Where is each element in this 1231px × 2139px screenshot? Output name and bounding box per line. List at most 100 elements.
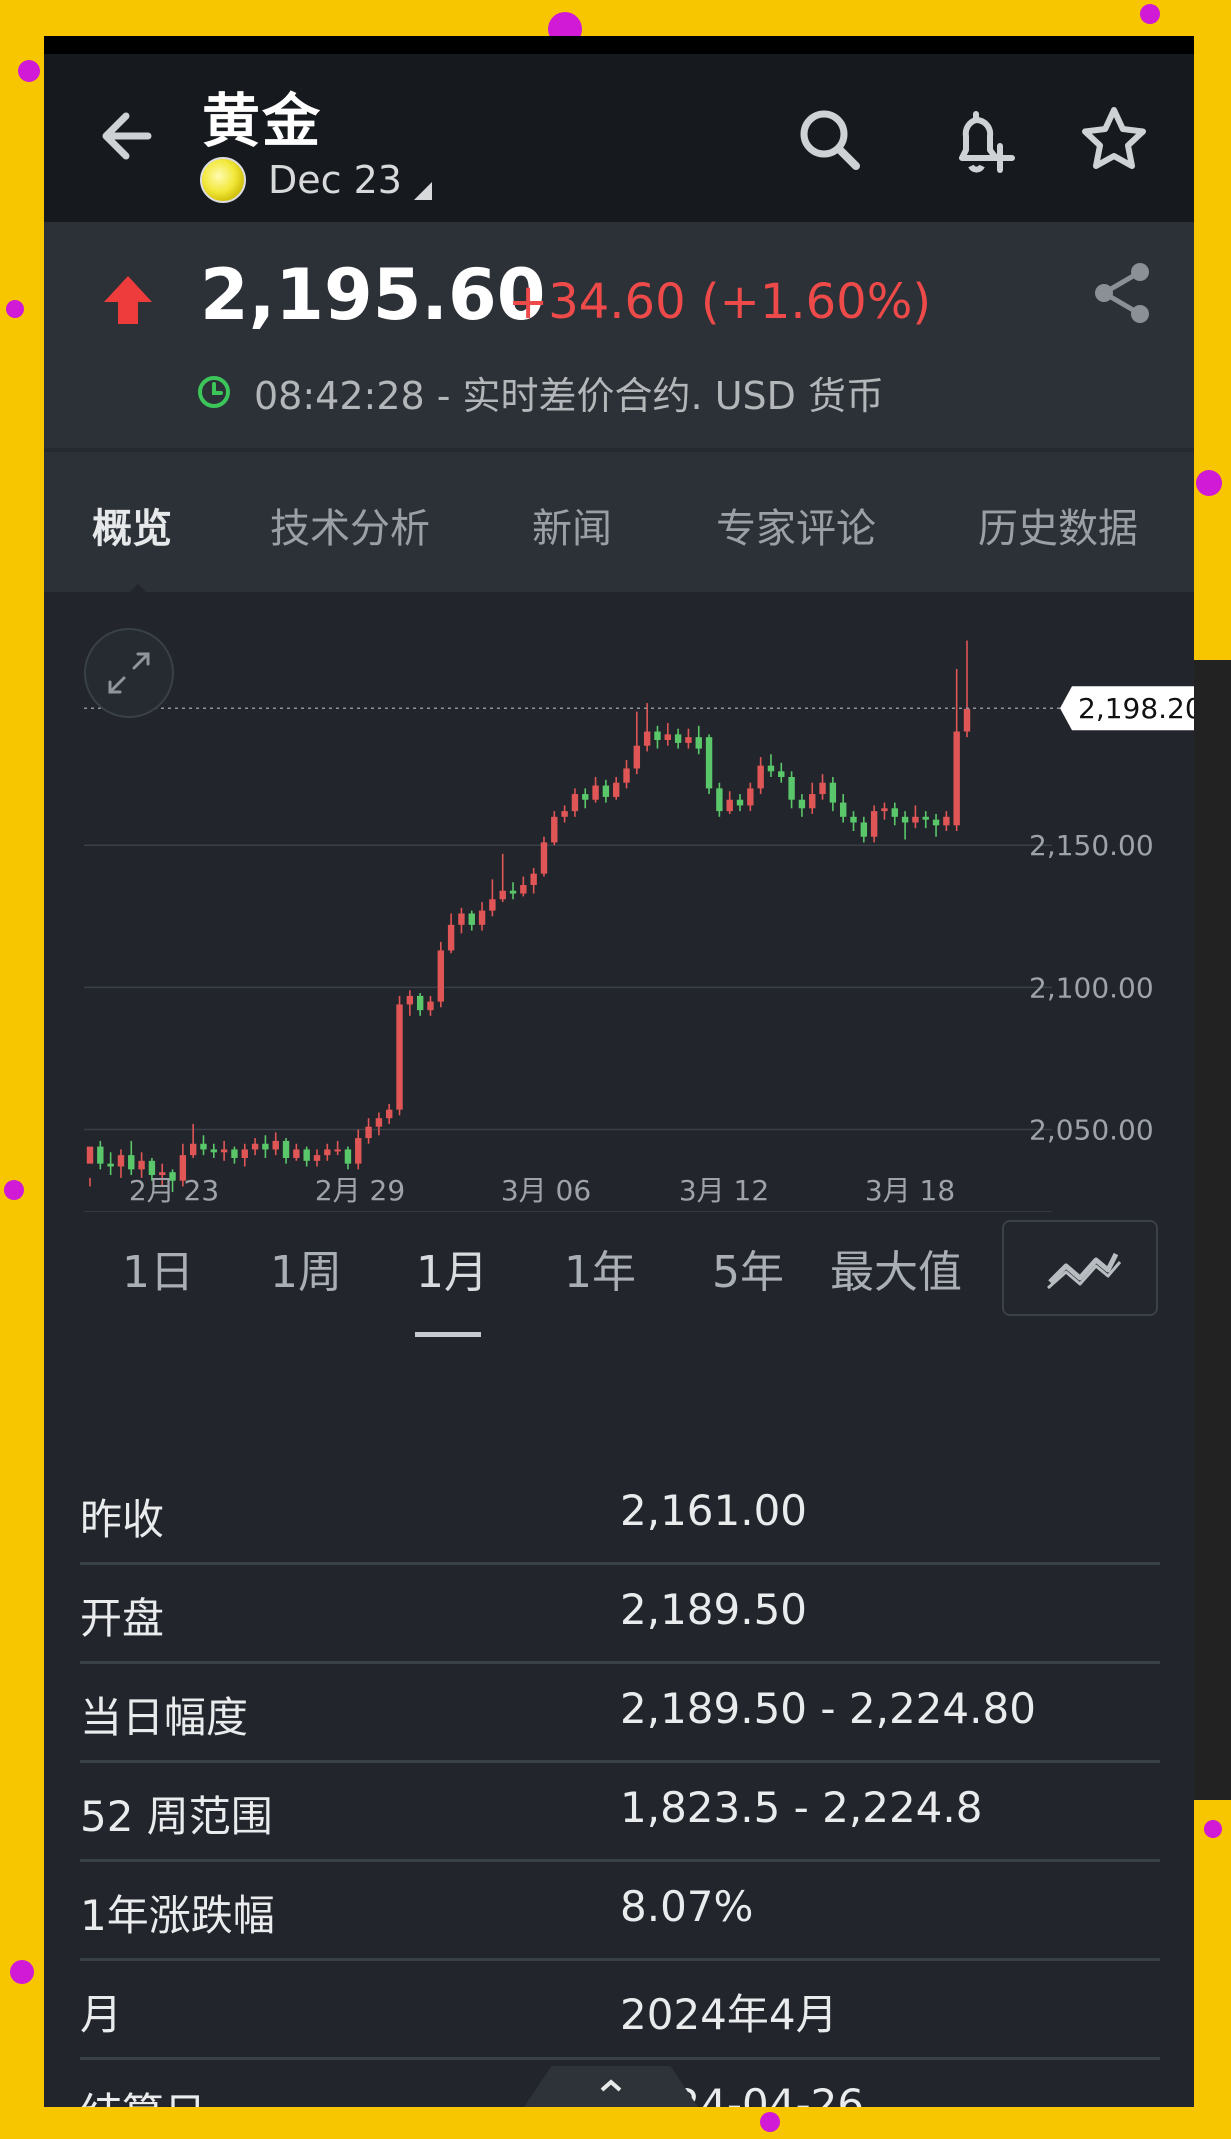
candle-body — [97, 1146, 104, 1164]
expand-icon — [108, 652, 150, 694]
candle-body — [850, 816, 857, 823]
bell-plus-icon[interactable] — [942, 100, 1022, 180]
candle-body — [932, 819, 940, 826]
back-arrow-icon[interactable] — [92, 100, 164, 172]
contract-label: Dec 23 — [268, 158, 402, 202]
x-tick-label: 2月 23 — [129, 1174, 219, 1207]
background-dot — [18, 60, 40, 82]
candle-body — [726, 799, 733, 812]
background-dot — [1196, 470, 1222, 496]
candle-body — [86, 1146, 94, 1164]
candle-body — [870, 811, 878, 837]
tab-historical-data[interactable]: 历史数据 — [978, 496, 1138, 554]
candle-body — [891, 808, 898, 817]
stat-row: 月 2024年4月 — [80, 1961, 1160, 2060]
candle-body — [963, 708, 971, 732]
gold-coin-icon — [200, 157, 246, 203]
candle-body — [602, 785, 610, 797]
tab-overview[interactable]: 概览 — [92, 496, 172, 554]
range-1w[interactable]: 1周 — [270, 1236, 342, 1300]
range-max[interactable]: 最大值 — [830, 1236, 962, 1300]
x-tick-label: 3月 18 — [865, 1174, 955, 1207]
top-bar: 黄金 Dec 23 — [44, 36, 1194, 222]
candle-body — [262, 1143, 269, 1150]
stat-label: 52 周范围 — [80, 1792, 273, 1841]
candle-body — [447, 924, 455, 951]
candle-body — [922, 816, 929, 820]
y-tick-label: 2,050.00 — [1029, 1114, 1154, 1147]
candle-body — [344, 1149, 352, 1164]
candle-body — [571, 794, 579, 812]
active-range-underline — [415, 1332, 481, 1337]
candle-body — [365, 1126, 372, 1139]
candle-body — [561, 811, 568, 817]
range-1d[interactable]: 1日 — [122, 1236, 194, 1300]
candle-body — [138, 1160, 145, 1170]
candle-body — [705, 737, 713, 789]
range-1m[interactable]: 1月 — [416, 1236, 488, 1300]
key-statistics: 昨收 2,161.00 开盘 2,189.50 当日幅度 2,189.50 - 2,224… — [80, 1466, 1160, 2107]
candle-body — [654, 731, 661, 741]
candle-body — [282, 1140, 290, 1158]
tab-technical[interactable]: 技术分析 — [270, 496, 430, 554]
stat-label: 1年涨跌幅 — [80, 1891, 275, 1940]
candle-body — [778, 771, 785, 777]
stat-row: 52 周范围 1,823.5 - 2,224.8 — [80, 1763, 1160, 1862]
candle-body — [829, 782, 837, 803]
chart-type-button[interactable] — [1002, 1220, 1158, 1316]
contract-selector[interactable]: Dec 23 — [200, 154, 432, 206]
stat-value: 2,189.50 — [620, 1585, 808, 1634]
background-dot — [6, 300, 24, 318]
candle-body — [613, 782, 620, 797]
candle-body — [943, 816, 950, 826]
expand-chart-button[interactable] — [84, 628, 174, 718]
candle-body — [695, 737, 702, 749]
background-dot — [4, 1180, 24, 1200]
range-1y[interactable]: 1年 — [564, 1236, 636, 1300]
candle-body — [189, 1143, 197, 1156]
y-tick-label: 2,150.00 — [1029, 829, 1154, 862]
candle-body — [809, 794, 816, 809]
candle-body — [767, 765, 775, 772]
last-price-label: 2,198.20 — [1078, 692, 1194, 725]
candle-body — [303, 1149, 310, 1161]
candle-body — [499, 890, 506, 900]
candle-body — [881, 808, 888, 812]
stat-value: 2,189.50 - 2,224.80 — [620, 1684, 1036, 1733]
background-photo — [1194, 660, 1231, 1800]
candle-body — [674, 734, 682, 743]
x-tick-label: 3月 06 — [501, 1174, 591, 1207]
tab-expert-comments[interactable]: 专家评论 — [716, 496, 876, 554]
search-icon[interactable] — [790, 100, 870, 180]
range-5y[interactable]: 5年 — [712, 1236, 784, 1300]
background-dot — [10, 1960, 34, 1984]
candle-body — [798, 799, 806, 809]
candle-body — [427, 1001, 434, 1011]
stat-label: 当日幅度 — [80, 1693, 249, 1742]
quote-panel: 2,195.60 +34.60 (+1.60%) 08:42:28 - 实时差价… — [44, 222, 1194, 448]
tab-news[interactable]: 新闻 — [532, 496, 612, 554]
last-price: 2,195.60 — [200, 254, 546, 336]
candle-body — [788, 777, 795, 800]
candle-body — [736, 799, 744, 806]
background-dot — [1204, 1820, 1222, 1838]
up-arrow-icon — [104, 276, 152, 324]
share-icon[interactable] — [1090, 260, 1156, 326]
x-tick-label: 3月 12 — [679, 1174, 769, 1207]
quote-status: 08:42:28 - 实时差价合约. USD 货币 — [196, 366, 884, 418]
candle-body — [272, 1140, 279, 1150]
stat-row: 昨收 2,161.00 — [80, 1466, 1160, 1565]
candle-body — [406, 995, 414, 1005]
candlestick-chart[interactable]: 2,150.00 2,100.00 2,050.00 2,198.20 2月 23 2月 … — [44, 592, 1194, 1212]
star-icon[interactable] — [1074, 100, 1154, 180]
stat-value: 8.07% — [620, 1882, 754, 1931]
candle-body — [200, 1143, 207, 1150]
candle-body — [293, 1149, 300, 1158]
candle-body — [386, 1109, 393, 1119]
candle-body — [468, 913, 475, 925]
candle-body — [117, 1155, 125, 1167]
candle-body — [757, 765, 764, 789]
x-tick-label: 2月 29 — [315, 1174, 405, 1207]
candle-body — [478, 910, 486, 925]
candle-body — [643, 731, 651, 746]
